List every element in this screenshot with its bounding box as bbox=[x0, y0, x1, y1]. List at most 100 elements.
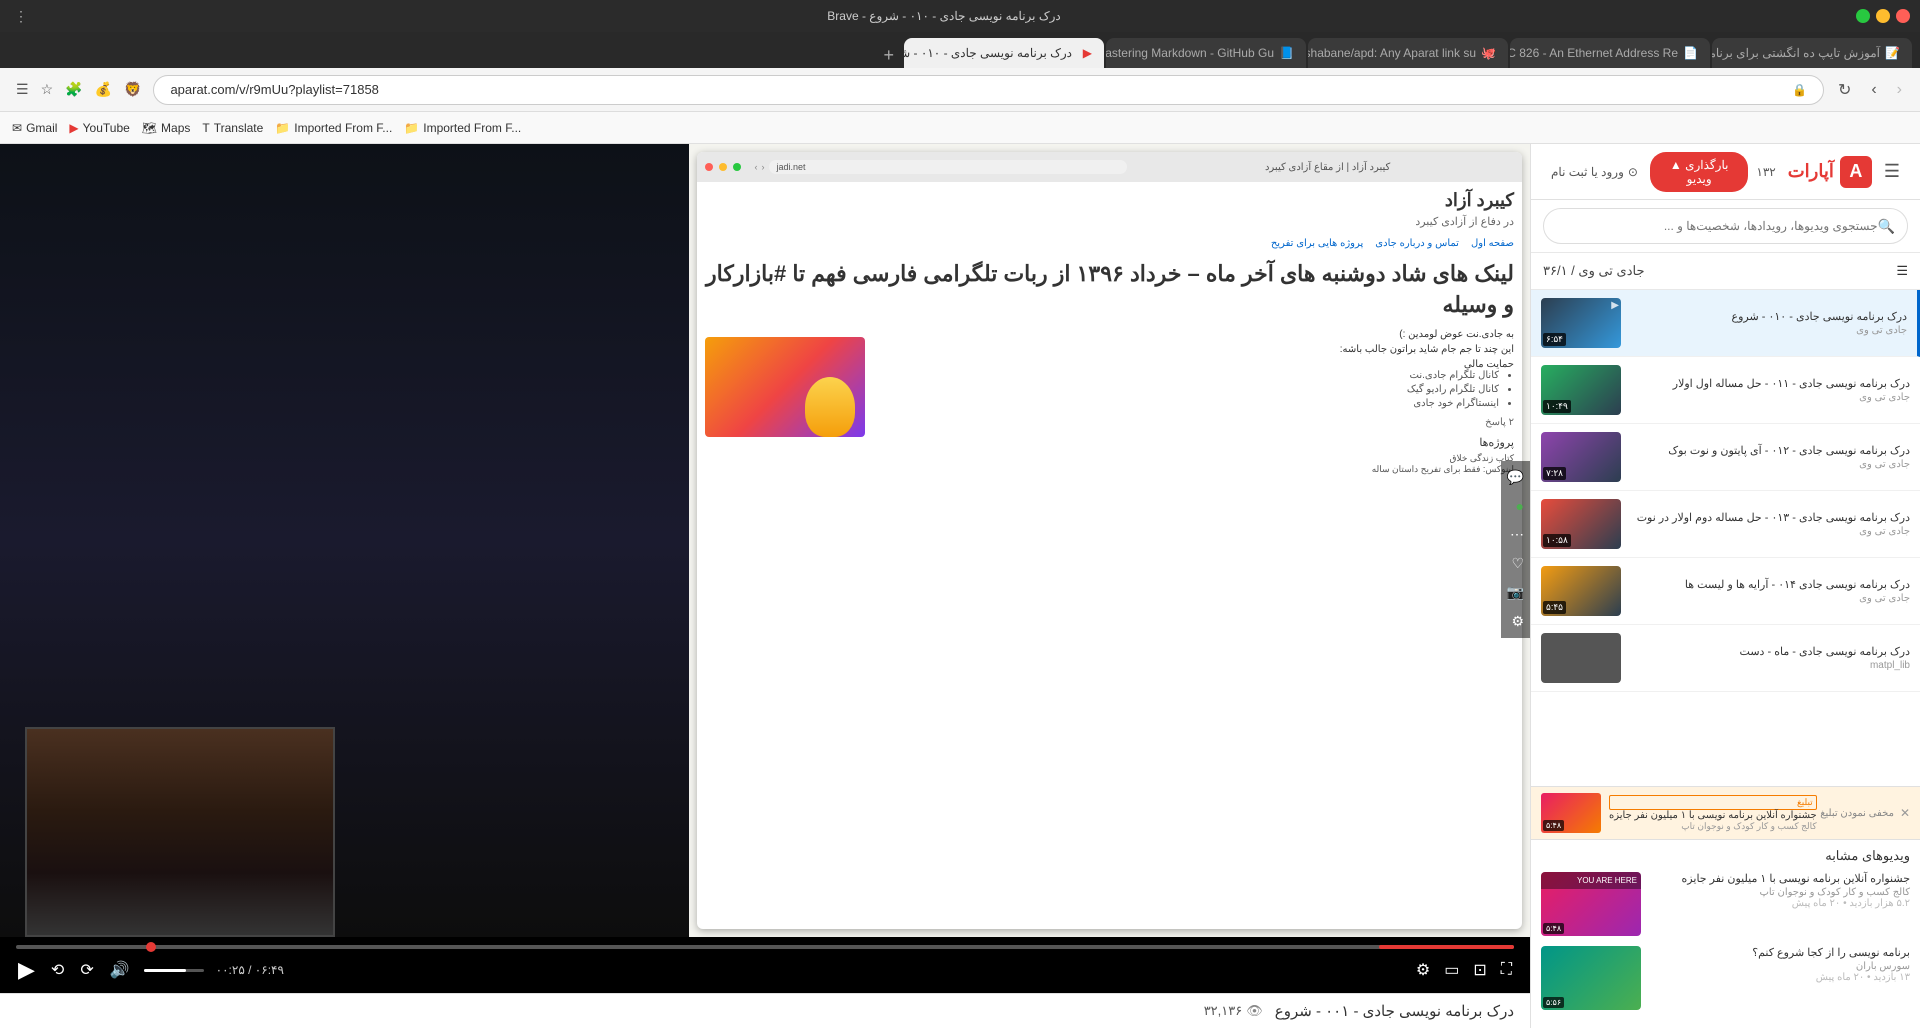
side-whatsapp-icon[interactable]: ● bbox=[1507, 498, 1524, 514]
search-input[interactable] bbox=[1556, 219, 1878, 233]
youtube-favicon: ▶ bbox=[69, 121, 78, 135]
imported-2-label: Imported From F... bbox=[423, 121, 521, 135]
similar-item-1[interactable]: برنامه نویسی را از کجا شروع کنم؟ سورس با… bbox=[1541, 946, 1910, 1010]
bookmark-youtube[interactable]: ▶ YouTube bbox=[69, 121, 129, 135]
playlist-item-5-info: درک برنامه نویسی جادی - ماه - دست matpl_… bbox=[1629, 645, 1910, 671]
similar-item-0[interactable]: جشنواره آنلاین برنامه نویسی با ۱ میلیون … bbox=[1541, 872, 1910, 936]
upload-video-button[interactable]: ▲ بارگذاری ویدیو bbox=[1650, 152, 1748, 192]
view-count-number: ۳۲,۱۳۶ bbox=[1204, 1003, 1243, 1019]
tab-3[interactable]: 🐙 shabane/apd: Any Aparat link su... bbox=[1308, 38, 1508, 68]
video-side-icons: 💬 ● ⋯ ♡ 📷 ⚙ bbox=[1501, 461, 1530, 638]
playlist-item-3[interactable]: درک برنامه نویسی جادی - ۰۱۳ - حل مساله د… bbox=[1531, 491, 1920, 558]
forward-button[interactable]: › bbox=[1865, 77, 1882, 103]
fullscreen-button[interactable]: ⛶ bbox=[1499, 959, 1514, 981]
bookmark-button[interactable]: ☆ bbox=[37, 77, 58, 102]
settings-button[interactable]: ⚙ bbox=[1414, 958, 1432, 982]
tab-2-favicon: 📄 bbox=[1684, 46, 1698, 60]
tab-5[interactable]: ▶ درک برنامه نویسی جادی - ۰۱۰ - شروع ✕ bbox=[904, 38, 1104, 68]
aparat-logo: A آپارات bbox=[1788, 156, 1872, 188]
reload-button[interactable]: ↻ bbox=[1832, 76, 1857, 104]
back-button[interactable]: ‹ bbox=[1891, 77, 1908, 103]
lock-icon: 🔒 bbox=[1792, 83, 1807, 97]
side-camera-icon[interactable]: 📷 bbox=[1507, 584, 1524, 601]
inner-nav-0: صفحه اول bbox=[1471, 238, 1514, 249]
maximize-window-button[interactable] bbox=[1856, 9, 1870, 23]
inner-list-1: کانال تلگرام رادیو گیک bbox=[873, 384, 1500, 395]
inner-list-2: اینستاگرام خود جادی bbox=[873, 398, 1500, 409]
play-button[interactable]: ▶ bbox=[16, 955, 37, 985]
playlist-item-4[interactable]: درک برنامه نویسی جادی ۰۱۴ - آرایه ها و ل… bbox=[1531, 558, 1920, 625]
ad-close-button[interactable]: ✕ bbox=[1900, 806, 1910, 820]
bookmark-maps[interactable]: 🗺 Maps bbox=[142, 121, 191, 135]
aparat-logo-text: آپارات bbox=[1788, 161, 1834, 182]
progress-bar[interactable] bbox=[16, 945, 1514, 949]
side-menu-icon[interactable]: ⋯ bbox=[1507, 526, 1524, 543]
wallet-button[interactable]: 💰 bbox=[91, 77, 116, 102]
bookmark-gmail[interactable]: ✉ Gmail bbox=[12, 121, 57, 135]
ad-sponsored-label: تبلیغ bbox=[1609, 795, 1817, 810]
tab-1[interactable]: 📝 آموزش تایپ ده انگشتی برای برنامه bbox=[1712, 38, 1912, 68]
tab-1-label: آموزش تایپ ده انگشتی برای برنامه bbox=[1712, 46, 1880, 60]
playlist-item-0[interactable]: درک برنامه نویسی جادی - ۰۱۰ - شروع جادی … bbox=[1531, 290, 1920, 357]
new-tab-button[interactable]: + bbox=[875, 45, 902, 66]
playlist-item-2[interactable]: درک برنامه نویسی جادی - ۰۱۲ - آی پایتون … bbox=[1531, 424, 1920, 491]
pip-button[interactable]: ⊡ bbox=[1471, 958, 1488, 982]
playlist-item-2-channel: جادی تی وی bbox=[1629, 459, 1910, 470]
video-section: ‹ › jadi.net کیبرد آزاد | از مقاع آزادی … bbox=[0, 144, 1530, 1028]
tab-4[interactable]: 📘 Mastering Markdown - GitHub Gu... bbox=[1106, 38, 1306, 68]
playlist-item-1[interactable]: درک برنامه نویسی جادی - ۰۱۱ - حل مساله ا… bbox=[1531, 357, 1920, 424]
playlist-item-0-title: درک برنامه نویسی جادی - ۰۱۰ - شروع bbox=[1629, 310, 1907, 325]
aparat-menu-button[interactable]: ☰ bbox=[1884, 161, 1900, 182]
brave-shield-button[interactable]: 🦁 bbox=[120, 77, 145, 102]
side-chat-icon[interactable]: 💬 bbox=[1507, 469, 1524, 486]
playlist-item-1-info: درک برنامه نویسی جادی - ۰۱۱ - حل مساله ا… bbox=[1629, 377, 1910, 403]
inner-list: کانال تلگرام جادی.نت کانال تلگرام رادیو … bbox=[873, 370, 1515, 409]
window-menu-button[interactable]: ⋮ bbox=[10, 8, 32, 25]
bookmark-imported-2[interactable]: 📁 Imported From F... bbox=[404, 121, 521, 135]
similar-item-0-title: جشنواره آنلاین برنامه نویسی با ۱ میلیون … bbox=[1649, 872, 1910, 887]
playlist-item-5[interactable]: درک برنامه نویسی جادی - ماه - دست matpl_… bbox=[1531, 625, 1920, 692]
volume-button[interactable]: 🔊 bbox=[108, 958, 132, 982]
extensions-button[interactable]: 🧩 bbox=[61, 77, 86, 102]
theater-button[interactable]: ▭ bbox=[1442, 958, 1461, 982]
search-bar[interactable]: 🔍 bbox=[1543, 208, 1908, 244]
rewind-button[interactable]: ⟲ bbox=[49, 958, 66, 982]
ad-content: ✕ مخفی نمودن تبلیغ bbox=[1817, 806, 1910, 820]
close-window-button[interactable] bbox=[1896, 9, 1910, 23]
inner-browser-title: کیبرد آزاد | از مقاع آزادی کیبرد bbox=[1141, 162, 1514, 173]
minimize-window-button[interactable] bbox=[1876, 9, 1890, 23]
tab-3-favicon: 🐙 bbox=[1482, 46, 1496, 60]
ad-thumbnail: ۵:۴۸ bbox=[1541, 793, 1601, 833]
inner-forward-btn: › bbox=[762, 162, 765, 172]
right-panel: ‹ › jadi.net کیبرد آزاد | از مقاع آزادی … bbox=[689, 144, 1531, 937]
side-settings-icon[interactable]: ⚙ bbox=[1507, 613, 1524, 630]
ad-info: تبلیغ جشنواره آنلاین برنامه نویسی با ۱ م… bbox=[1609, 795, 1817, 832]
forward-button-ctrl[interactable]: ⟳ bbox=[78, 958, 95, 982]
video-title-text: درک برنامه نویسی جادی - ۰۰۱ - شروع bbox=[1275, 1002, 1514, 1020]
imported-1-favicon: 📁 bbox=[275, 121, 290, 135]
ctrl-right: ⚙ ▭ ⊡ ⛶ bbox=[1414, 958, 1514, 982]
inner-img bbox=[705, 337, 865, 437]
user-label: ورود یا ثبت نام bbox=[1551, 165, 1624, 179]
playlist-item-3-info: درک برنامه نویسی جادی - ۰۱۳ - حل مساله د… bbox=[1629, 511, 1910, 537]
nav-bar: ‹ › ↻ 🔒 aparat.com/v/r9mUu?playlist=7185… bbox=[0, 68, 1920, 112]
aparat-header: ☰ A آپارات ▲ بارگذاری ویدیو ۱۳۲ ⊙ ورود ی… bbox=[1531, 144, 1920, 200]
bookmark-imported-1[interactable]: 📁 Imported From F... bbox=[275, 121, 392, 135]
playlist-item-3-thumb: ۱۰:۵۸ bbox=[1541, 499, 1621, 549]
user-login-button[interactable]: ⊙ ورود یا ثبت نام bbox=[1551, 165, 1638, 179]
browser-menu-button[interactable]: ☰ bbox=[12, 77, 33, 102]
playlist-item-5-thumb bbox=[1541, 633, 1621, 683]
tab-2[interactable]: 📄 RFC 826 - An Ethernet Address Re... bbox=[1510, 38, 1710, 68]
side-heart-icon[interactable]: ♡ bbox=[1507, 555, 1524, 572]
inner-financial: حمایت مالی bbox=[873, 359, 1515, 370]
playlist-item-4-info: درک برنامه نویسی جادی ۰۱۴ - آرایه ها و ل… bbox=[1629, 578, 1910, 604]
bookmark-translate[interactable]: T Translate bbox=[202, 121, 263, 135]
volume-bar[interactable] bbox=[144, 969, 204, 972]
playlist-item-4-title: درک برنامه نویسی جادی ۰۱۴ - آرایه ها و ل… bbox=[1629, 578, 1910, 593]
inner-url: jadi.net bbox=[769, 160, 1128, 174]
playlist-item-0-info: درک برنامه نویسی جادی - ۰۱۰ - شروع جادی … bbox=[1629, 310, 1907, 336]
window-right-controls: ⋮ bbox=[10, 8, 32, 25]
address-bar[interactable]: 🔒 aparat.com/v/r9mUu?playlist=71858 bbox=[153, 75, 1824, 105]
time-separator: / bbox=[248, 963, 255, 977]
eye-icon: 👁 bbox=[1246, 1003, 1263, 1019]
